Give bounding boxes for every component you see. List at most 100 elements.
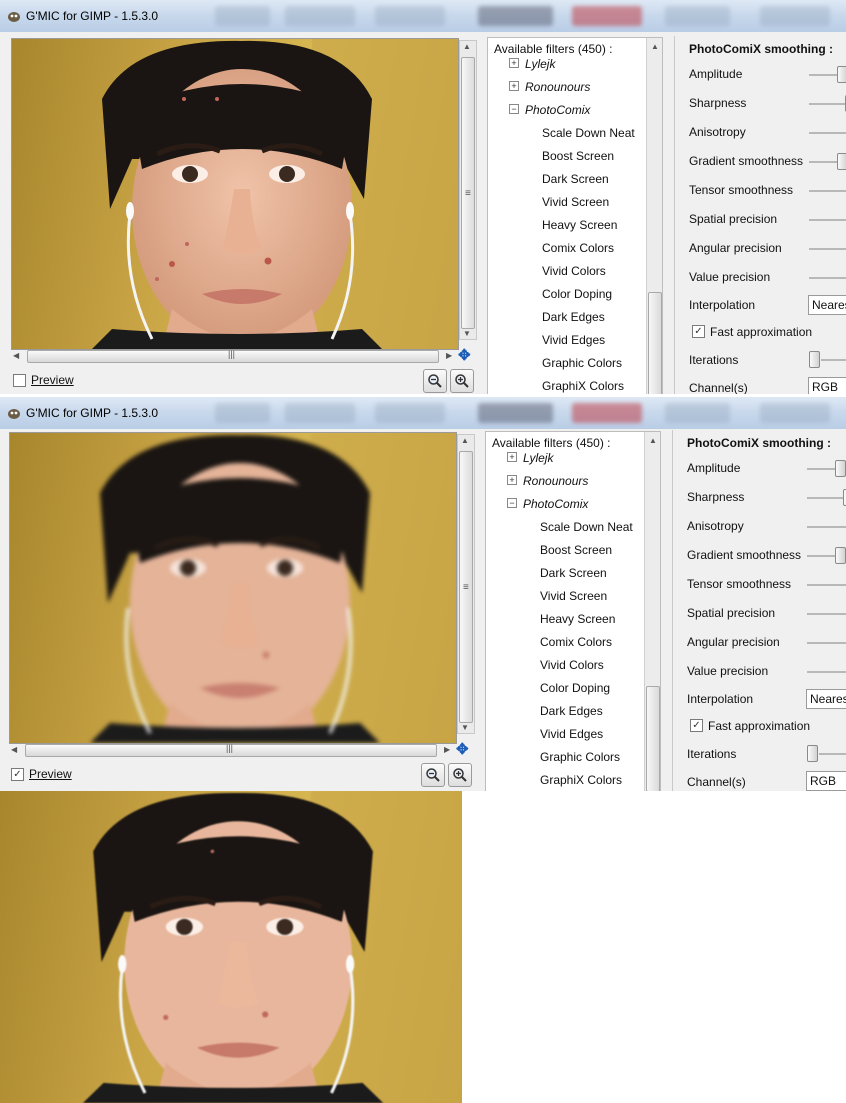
- move-icon[interactable]: ✥: [456, 740, 469, 758]
- filter-item[interactable]: Vivid Edges: [540, 727, 603, 741]
- filter-category[interactable]: Ronounours: [523, 474, 588, 488]
- iterations-slider[interactable]: [821, 359, 846, 361]
- collapse-icon[interactable]: −: [509, 104, 519, 114]
- expand-icon[interactable]: +: [507, 475, 517, 485]
- amplitude-slider-knob[interactable]: [837, 66, 846, 83]
- vertical-scroll-thumb[interactable]: ≡: [459, 451, 473, 723]
- channel-select[interactable]: RGB: [806, 771, 846, 791]
- vertical-scroll-thumb[interactable]: ≡: [461, 57, 475, 329]
- parameters-panel: PhotoComiX smoothing : Amplitude Sharpne…: [674, 36, 846, 394]
- gmic-window-before: G'MIC for GIMP - 1.5.3.0 ▲ ≡ ▼ ◀ ||| ▶ ✥…: [0, 0, 846, 394]
- move-icon[interactable]: ✥: [458, 346, 471, 364]
- filter-item[interactable]: Comix Colors: [542, 241, 614, 255]
- param-label: Fast approximation: [710, 325, 813, 339]
- window-title: G'MIC for GIMP - 1.5.3.0: [26, 406, 159, 420]
- preview-horizontal-scrollbar[interactable]: ◀ ||| ▶: [11, 743, 451, 757]
- gradient-smoothness-knob[interactable]: [835, 547, 846, 564]
- filter-category[interactable]: Ronounours: [525, 80, 590, 94]
- preview-vertical-scrollbar[interactable]: ▲ ≡ ▼: [457, 434, 475, 734]
- expand-icon[interactable]: +: [507, 452, 517, 462]
- zoom-out-button[interactable]: [423, 369, 447, 393]
- param-label: Gradient smoothness: [689, 154, 804, 168]
- param-label: Gradient smoothness: [687, 548, 802, 562]
- parameters-panel: PhotoComiX smoothing : Amplitude Sharpne…: [672, 430, 846, 791]
- value-precision-slider[interactable]: [807, 671, 846, 673]
- filter-item[interactable]: Dark Screen: [542, 172, 609, 186]
- interpolation-select[interactable]: Nearest: [808, 295, 846, 315]
- window-title: G'MIC for GIMP - 1.5.3.0: [26, 9, 159, 23]
- filters-tree[interactable]: Available filters (450) : + Lylejk + Ron…: [485, 431, 661, 791]
- angular-precision-slider[interactable]: [807, 642, 846, 644]
- zoom-in-icon: [455, 374, 469, 388]
- filter-item[interactable]: Vivid Colors: [542, 264, 606, 278]
- filter-item[interactable]: Color Doping: [540, 681, 610, 695]
- zoom-in-button[interactable]: [450, 369, 474, 393]
- anisotropy-slider[interactable]: [807, 526, 846, 528]
- collapse-icon[interactable]: −: [507, 498, 517, 508]
- sharpness-slider[interactable]: [809, 103, 846, 105]
- filter-item[interactable]: Dark Edges: [540, 704, 603, 718]
- iterations-slider-knob[interactable]: [809, 351, 820, 368]
- filter-item[interactable]: Vivid Colors: [540, 658, 604, 672]
- zoom-in-button[interactable]: [448, 763, 472, 787]
- title-bar[interactable]: G'MIC for GIMP - 1.5.3.0: [0, 397, 846, 429]
- filter-item[interactable]: GraphiX Colors: [542, 379, 624, 393]
- preview-checkbox[interactable]: ✓: [11, 768, 24, 781]
- filter-category[interactable]: Lylejk: [525, 57, 555, 71]
- interpolation-select[interactable]: Nearest: [806, 689, 846, 709]
- filters-scroll-thumb[interactable]: [648, 292, 662, 394]
- horizontal-scroll-thumb[interactable]: |||: [27, 349, 439, 363]
- filter-item[interactable]: Heavy Screen: [540, 612, 615, 626]
- filter-item[interactable]: Vivid Edges: [542, 333, 605, 347]
- gradient-smoothness-knob[interactable]: [837, 153, 846, 170]
- image-preview[interactable]: [11, 38, 459, 350]
- horizontal-scroll-thumb[interactable]: |||: [25, 743, 437, 757]
- sharpness-slider[interactable]: [807, 497, 846, 499]
- tensor-smoothness-slider[interactable]: [807, 584, 846, 586]
- fast-approximation-checkbox[interactable]: ✓: [692, 325, 705, 338]
- title-bar[interactable]: G'MIC for GIMP - 1.5.3.0: [0, 0, 846, 32]
- image-preview[interactable]: [9, 432, 457, 744]
- value-precision-slider[interactable]: [809, 277, 846, 279]
- filter-item[interactable]: GraphiX Colors: [540, 773, 622, 787]
- zoom-out-button[interactable]: [421, 763, 445, 787]
- tensor-smoothness-slider[interactable]: [809, 190, 846, 192]
- zoom-out-icon: [426, 768, 440, 782]
- filter-item[interactable]: Boost Screen: [540, 543, 612, 557]
- filter-item[interactable]: Dark Screen: [540, 566, 607, 580]
- filter-item[interactable]: Scale Down Neat: [540, 520, 633, 534]
- expand-icon[interactable]: +: [509, 58, 519, 68]
- filters-scroll-thumb[interactable]: [646, 686, 660, 791]
- angular-precision-slider[interactable]: [809, 248, 846, 250]
- filters-scrollbar[interactable]: ▲: [644, 432, 660, 791]
- filter-item[interactable]: Vivid Screen: [542, 195, 609, 209]
- amplitude-slider-knob[interactable]: [835, 460, 846, 477]
- anisotropy-slider[interactable]: [809, 132, 846, 134]
- preview-vertical-scrollbar[interactable]: ▲ ≡ ▼: [459, 40, 477, 340]
- filter-item[interactable]: Scale Down Neat: [542, 126, 635, 140]
- filter-category[interactable]: PhotoComix: [523, 497, 588, 511]
- iterations-slider-knob[interactable]: [807, 745, 818, 762]
- filter-item[interactable]: Heavy Screen: [542, 218, 617, 232]
- filter-category[interactable]: Lylejk: [523, 451, 553, 465]
- expand-icon[interactable]: +: [509, 81, 519, 91]
- iterations-slider[interactable]: [819, 753, 846, 755]
- filters-tree[interactable]: Available filters (450) : + Lylejk + Ron…: [487, 37, 663, 394]
- preview-checkbox[interactable]: [13, 374, 26, 387]
- filter-category[interactable]: PhotoComix: [525, 103, 590, 117]
- filter-item[interactable]: Graphic Colors: [540, 750, 620, 764]
- filter-item[interactable]: Color Doping: [542, 287, 612, 301]
- filter-item[interactable]: Boost Screen: [542, 149, 614, 163]
- filter-item[interactable]: Graphic Colors: [542, 356, 622, 370]
- filter-item[interactable]: Comix Colors: [540, 635, 612, 649]
- channel-select[interactable]: RGB: [808, 377, 846, 394]
- spatial-precision-slider[interactable]: [809, 219, 846, 221]
- filter-item[interactable]: Vivid Screen: [540, 589, 607, 603]
- param-label: Iterations: [689, 353, 739, 367]
- filters-scrollbar[interactable]: ▲: [646, 38, 662, 394]
- filter-title: PhotoComiX smoothing :: [687, 436, 831, 450]
- spatial-precision-slider[interactable]: [807, 613, 846, 615]
- filter-item[interactable]: Dark Edges: [542, 310, 605, 324]
- preview-horizontal-scrollbar[interactable]: ◀ ||| ▶: [13, 349, 453, 363]
- fast-approximation-checkbox[interactable]: ✓: [690, 719, 703, 732]
